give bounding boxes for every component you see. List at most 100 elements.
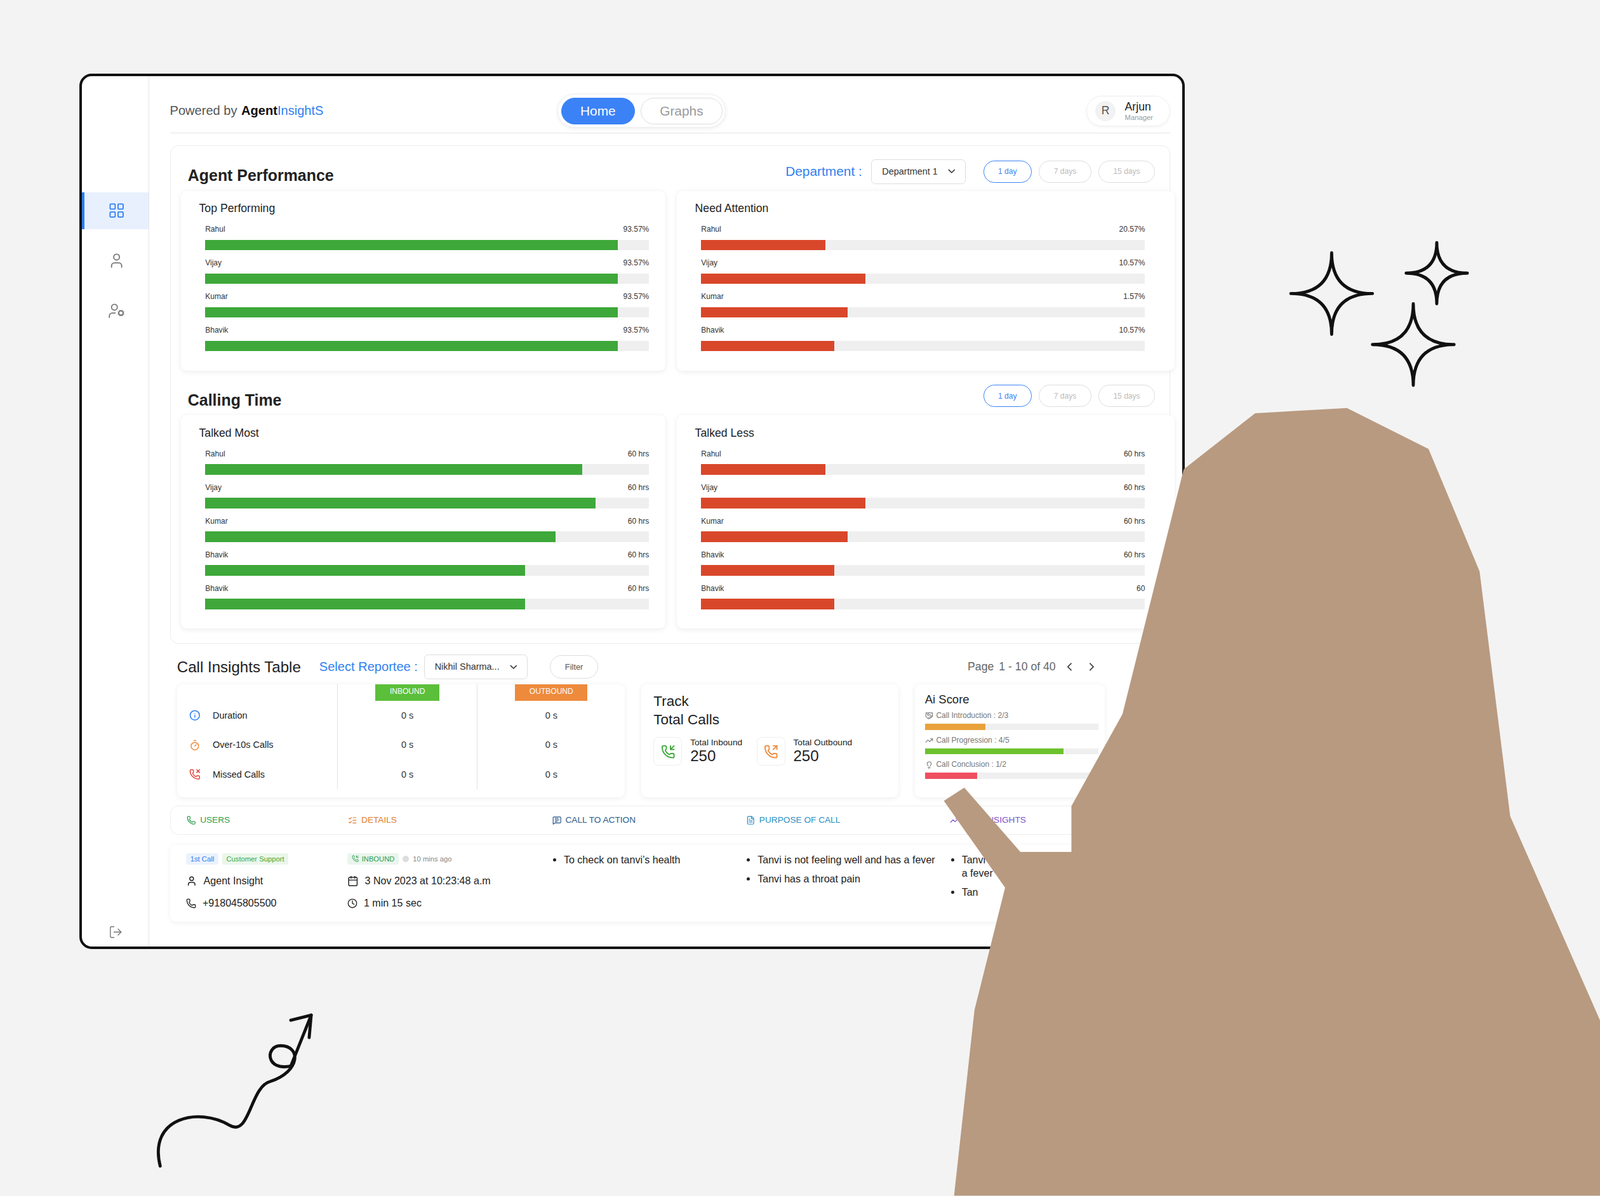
call-record-row[interactable]: 1st CallCustomer SupportAgent Insight+91… bbox=[170, 845, 1171, 922]
bar-labels: Rahul60 hrs bbox=[700, 448, 1145, 461]
reportee-select[interactable]: Nikhil Sharma... bbox=[424, 654, 528, 680]
nav-toggle: HomeGraphs bbox=[557, 93, 726, 129]
separator-dot bbox=[402, 855, 409, 863]
insights-toolbar: Call Insights TableSelect Reportee :Nikh… bbox=[177, 653, 1171, 681]
bar-card: Need AttentionRahul20.57%Vijay10.57%Kuma… bbox=[676, 191, 1175, 371]
range-pill[interactable]: 1 day bbox=[983, 384, 1032, 407]
bar-track bbox=[205, 307, 649, 318]
bar-card: Top PerformingRahul93.57%Vijay93.57%Kuma… bbox=[180, 191, 666, 371]
phone-incoming-icon bbox=[351, 855, 359, 863]
bar-fill bbox=[700, 307, 848, 318]
bar-fill bbox=[205, 598, 525, 609]
ai-score-item: Call Introduction : 2/3 bbox=[925, 710, 1099, 731]
metric-label: Duration bbox=[177, 700, 338, 731]
previous-page-button[interactable] bbox=[1060, 660, 1079, 674]
score-fill bbox=[925, 723, 987, 731]
chevron-down-icon bbox=[507, 661, 520, 674]
agent-name: Rahul bbox=[700, 448, 721, 461]
range-pill[interactable]: 1 day bbox=[983, 160, 1032, 183]
score-icon bbox=[925, 761, 934, 770]
card-title: Top Performing bbox=[199, 201, 650, 216]
bar-value: 20.57% bbox=[1119, 223, 1146, 236]
bar-value: 60 hrs bbox=[627, 582, 649, 595]
track-card: TrackTotal CallsTotal Inbound250Total Ou… bbox=[641, 684, 899, 798]
tag: Customer Support bbox=[222, 853, 289, 865]
user-chip[interactable]: RArjunManager bbox=[1086, 95, 1170, 127]
bar-labels: Vijay60 hrs bbox=[205, 481, 649, 494]
column-tab[interactable]: PURPOSE OF CALL bbox=[746, 815, 950, 825]
bar-track bbox=[700, 497, 1145, 508]
agent-name: Kumar bbox=[700, 515, 724, 528]
column-tabs: USERSDETAILSCALL TO ACTIONPURPOSE OF CAL… bbox=[170, 805, 1171, 835]
bar-fill bbox=[700, 531, 848, 542]
bar-labels: Rahul20.57% bbox=[700, 223, 1145, 236]
ai-score-label: Call Conclusion : 1/2 bbox=[925, 759, 1099, 771]
column-icon bbox=[347, 815, 357, 825]
bar-row: Rahul60 hrs bbox=[695, 448, 1146, 475]
column-tab[interactable]: USERS bbox=[186, 815, 348, 825]
person-photo bbox=[0, 0, 1600, 1196]
bar-fill bbox=[205, 307, 618, 318]
bar-labels: Kumar93.57% bbox=[205, 290, 649, 303]
sidebar-item[interactable] bbox=[81, 242, 149, 280]
phone-line: +918045805500 bbox=[186, 897, 348, 910]
bar-labels: Bhavik93.57% bbox=[205, 324, 649, 337]
bar-track bbox=[205, 340, 649, 352]
nav-tab[interactable]: Graphs bbox=[640, 97, 722, 125]
bar-labels: Bhavik60 hrs bbox=[205, 582, 649, 595]
agent-name: Bhavik bbox=[205, 549, 228, 562]
bar-labels: Bhavik10.57% bbox=[700, 324, 1145, 337]
score-track bbox=[925, 723, 1099, 731]
agent-name: Rahul bbox=[205, 448, 225, 461]
bar-track bbox=[205, 273, 649, 284]
bar-value: 60 hrs bbox=[1123, 549, 1145, 562]
range-pill[interactable]: 15 days bbox=[1098, 384, 1155, 407]
sidebar-item[interactable] bbox=[81, 292, 149, 329]
column-icon bbox=[949, 815, 959, 825]
department-select[interactable]: Department 1 bbox=[871, 159, 966, 185]
sidebar bbox=[81, 76, 150, 947]
bar-track bbox=[700, 464, 1145, 475]
bar-value: 60 hrs bbox=[627, 549, 649, 562]
bar-fill bbox=[205, 464, 583, 475]
bar-track bbox=[700, 565, 1145, 576]
nav-tab[interactable]: Home bbox=[561, 97, 635, 125]
logout-icon bbox=[108, 925, 123, 940]
next-page-button[interactable] bbox=[1083, 660, 1101, 674]
bar-track bbox=[205, 464, 649, 475]
chevron-down-icon bbox=[946, 165, 958, 178]
call-icon-box bbox=[653, 737, 682, 766]
section-controls: Department :Department 11 day7 days15 da… bbox=[785, 159, 1155, 185]
bar-fill bbox=[700, 273, 866, 284]
promo-canvas: Powered byAgentInsightSHomeGraphsRArjunM… bbox=[0, 0, 1600, 1196]
logout-button[interactable] bbox=[81, 920, 149, 945]
ai-score-label: Call Introduction : 2/3 bbox=[925, 710, 1099, 722]
column-tab[interactable]: DETAILS bbox=[347, 815, 552, 825]
filter-button[interactable]: Filter bbox=[549, 655, 599, 679]
agent-name: Bhavik bbox=[700, 582, 724, 595]
call-to-action-cell: To check on tanvi’s health bbox=[551, 853, 746, 910]
card-title: Talked Most bbox=[199, 426, 650, 440]
bullet: Tanvi has a throat pain bbox=[757, 872, 950, 886]
section-controls: 1 day 7 days 15 days bbox=[983, 384, 1156, 407]
bar-row: Rahul93.57% bbox=[199, 223, 650, 251]
call-insights: Call Insights TableSelect Reportee :Nikh… bbox=[170, 653, 1171, 922]
range-pill[interactable]: 15 days bbox=[1098, 160, 1155, 183]
column-tab[interactable]: MER INSIGHTS bbox=[949, 815, 1154, 825]
sidebar-item[interactable] bbox=[81, 192, 149, 230]
brand-accent: InsightS bbox=[277, 103, 324, 119]
metric-value: 0 s bbox=[337, 760, 477, 790]
reportee-label: Select Reportee : bbox=[319, 659, 418, 675]
bar-track bbox=[700, 240, 1145, 251]
stats-row: INBOUNDOUTBOUNDDuration0 s0 sOver-10s Ca… bbox=[177, 684, 1171, 798]
range-pill[interactable]: 7 days bbox=[1038, 160, 1091, 183]
bullet: To check on tanvi’s health bbox=[563, 853, 746, 867]
range-pill[interactable]: 7 days bbox=[1038, 384, 1091, 407]
agent-name: Bhavik bbox=[700, 549, 724, 562]
metric-column-head: INBOUND bbox=[337, 684, 477, 701]
score-fill bbox=[925, 772, 978, 780]
bar-labels: Rahul60 hrs bbox=[205, 448, 649, 461]
track-item: Total Inbound250 bbox=[653, 737, 743, 766]
column-tab[interactable]: CALL TO ACTION bbox=[552, 815, 747, 825]
sparkle-icon bbox=[1280, 232, 1485, 406]
